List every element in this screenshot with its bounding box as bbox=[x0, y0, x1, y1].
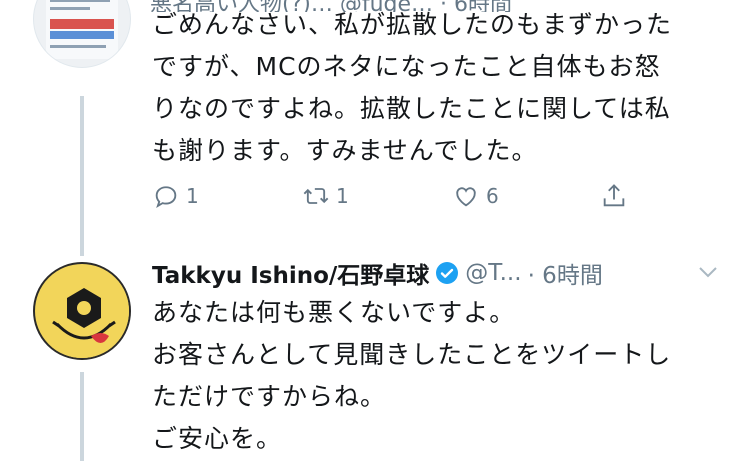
retweet-button[interactable]: 1 bbox=[302, 176, 349, 216]
reply-icon bbox=[155, 186, 177, 208]
share-icon bbox=[603, 184, 625, 207]
share-button[interactable] bbox=[600, 176, 628, 216]
avatar[interactable] bbox=[33, 0, 131, 68]
smiley-logo-icon bbox=[37, 266, 129, 358]
chevron-down-icon[interactable] bbox=[696, 262, 720, 282]
tweet-text: あなたは何も悪くないですよ。 お客さんとして見聞きしたことをツイートし ただけで… bbox=[152, 298, 672, 453]
avatar[interactable] bbox=[33, 262, 131, 360]
timestamp[interactable]: · 6時間 bbox=[528, 256, 603, 290]
verified-icon bbox=[436, 262, 459, 284]
like-count: 6 bbox=[486, 184, 499, 208]
reply-count: 1 bbox=[186, 184, 199, 208]
thread-line bbox=[80, 96, 84, 256]
like-button[interactable]: 6 bbox=[452, 176, 499, 216]
tweet-header: Takkyu Ishino/石野卓球 @T... · 6時間 bbox=[152, 256, 722, 290]
retweet-icon bbox=[303, 188, 329, 204]
thread-line bbox=[80, 372, 84, 461]
tweet-actions: 1 1 6 bbox=[152, 176, 652, 216]
tweet-text: ごめんなさい、私が拡散したのもまずかった ですが、MCのネタになったこと自体もお… bbox=[152, 10, 673, 165]
like-icon bbox=[456, 187, 476, 207]
retweet-count: 1 bbox=[336, 184, 349, 208]
username[interactable]: @T... bbox=[465, 260, 521, 286]
reply-button[interactable]: 1 bbox=[152, 176, 199, 216]
display-name[interactable]: Takkyu Ishino/石野卓球 bbox=[152, 256, 429, 290]
avatar-poster-image bbox=[46, 0, 118, 59]
